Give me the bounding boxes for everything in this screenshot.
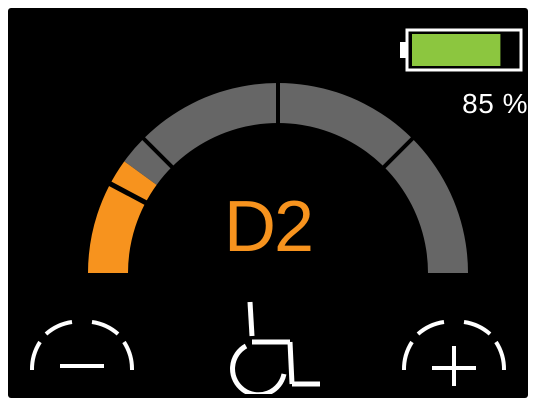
display-screen: 85 % D2 bbox=[8, 8, 528, 398]
mode-button[interactable] bbox=[224, 296, 324, 394]
increase-button[interactable] bbox=[398, 310, 510, 388]
wheelchair-icon bbox=[230, 301, 320, 394]
minus-icon bbox=[29, 320, 135, 371]
plus-icon bbox=[401, 320, 507, 386]
decrease-button[interactable] bbox=[26, 310, 138, 382]
drive-mode-label: D2 bbox=[223, 187, 314, 267]
